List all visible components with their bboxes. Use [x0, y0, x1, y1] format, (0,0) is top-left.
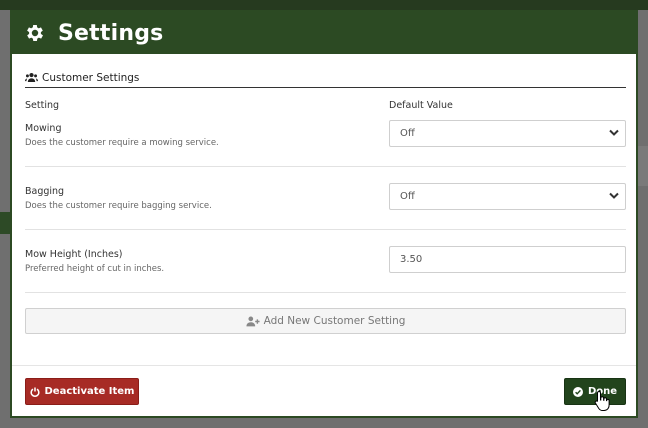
- setting-label: Mow Height (Inches): [25, 249, 123, 260]
- column-header-setting: Setting: [25, 100, 60, 111]
- add-user-icon: [246, 316, 260, 326]
- mowing-select[interactable]: Off: [389, 120, 626, 147]
- setting-row-mow-height: Mow Height (Inches) Preferred height of …: [25, 246, 626, 294]
- bagging-select[interactable]: Off: [389, 183, 626, 210]
- row-divider: [25, 166, 626, 167]
- setting-description: Preferred height of cut in inches.: [25, 264, 165, 274]
- deactivate-item-button[interactable]: Deactivate Item: [25, 378, 139, 405]
- deactivate-item-label: Deactivate Item: [44, 386, 135, 397]
- section-title-text: Customer Settings: [42, 71, 140, 84]
- background-panel-fragment: [638, 146, 648, 186]
- chevron-down-icon: [609, 192, 619, 199]
- column-header-default-value: Default Value: [389, 100, 453, 111]
- users-icon: [25, 72, 38, 82]
- setting-label: Bagging: [25, 186, 65, 197]
- modal-title: Settings: [58, 20, 164, 46]
- add-customer-setting-label: Add New Customer Setting: [263, 315, 406, 327]
- power-icon: [30, 387, 39, 397]
- select-value: Off: [400, 128, 415, 139]
- footer-divider: [12, 365, 636, 366]
- background-topbar: [0, 0, 648, 10]
- section-title: Customer Settings: [25, 68, 626, 88]
- row-divider: [25, 229, 626, 230]
- mow-height-input[interactable]: 3.50: [389, 246, 626, 273]
- modal-header: Settings: [12, 12, 636, 54]
- check-circle-icon: [572, 386, 583, 397]
- setting-description: Does the customer require bagging servic…: [25, 201, 212, 211]
- add-customer-setting-button[interactable]: Add New Customer Setting: [25, 308, 626, 334]
- setting-label: Mowing: [25, 123, 62, 134]
- hand-pointer-icon: [594, 390, 610, 411]
- setting-description: Does the customer require a mowing servi…: [25, 138, 219, 148]
- gear-icon: [27, 25, 43, 41]
- chevron-down-icon: [609, 129, 619, 136]
- setting-row-bagging: Bagging Does the customer require baggin…: [25, 183, 626, 231]
- row-divider: [25, 292, 626, 293]
- setting-row-mowing: Mowing Does the customer require a mowin…: [25, 120, 626, 168]
- select-value: Off: [400, 191, 415, 202]
- settings-modal: Settings Customer Settings Setting Defau…: [10, 10, 638, 418]
